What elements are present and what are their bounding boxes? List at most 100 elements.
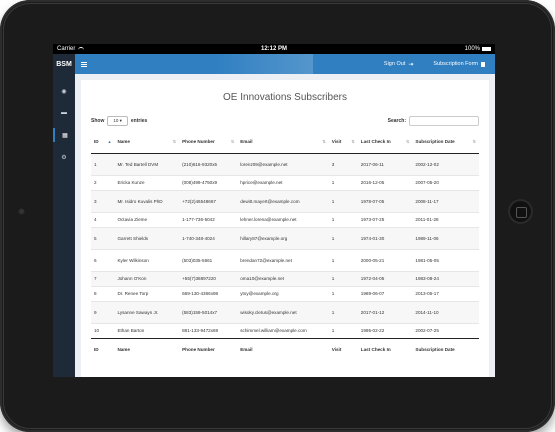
table-cell: 1974-01-30 xyxy=(357,226,413,249)
subscribers-panel: OE Innovations Subscribers Show 10 ▾ ent… xyxy=(81,80,489,377)
search-label: Search: xyxy=(387,118,406,124)
table-cell: 1 xyxy=(328,300,358,323)
tablet-frame: Carrier 12:12 PM 100% BSM Sign Out ⇥ Sub… xyxy=(0,0,555,432)
column-footer: Visit xyxy=(328,337,358,360)
dashboard-icon: ◉ xyxy=(61,88,67,95)
comments-icon: ▬ xyxy=(61,110,67,116)
table-row[interactable]: 7 Johann O'Kon +55(7)38897220 oma10@example… xyxy=(91,270,479,286)
sidebar-item-table[interactable]: ▦ xyxy=(53,128,75,142)
sort-icon: ⇅ xyxy=(322,139,326,145)
screen: Carrier 12:12 PM 100% BSM Sign Out ⇥ Sub… xyxy=(53,44,495,377)
sort-icon: ⇅ xyxy=(172,139,177,145)
table-row[interactable]: 9 Lysanne Sawayn Jr. (583)159-5014x7 wisoky… xyxy=(91,300,479,323)
brand-logo[interactable]: BSM xyxy=(53,54,75,74)
table-cell: 2000-05-21 xyxy=(357,248,413,271)
table-cell: 2008-11-17 xyxy=(412,189,479,212)
table-cell: oma10@example.net xyxy=(237,270,329,286)
table-cell: 1973-07-25 xyxy=(357,211,413,227)
table-cell: 6 xyxy=(91,248,115,271)
table-row[interactable]: 8 Dr. Renee Torp 669-130-4366x98 ytoy@examp… xyxy=(91,285,479,301)
table-cell: 669-130-4366x98 xyxy=(179,285,238,301)
table-cell: 1995-02-22 xyxy=(357,322,413,338)
table-cell: Octavia Zieme xyxy=(114,211,180,227)
table-cell: Garrett Shields xyxy=(114,226,180,249)
table-cell: (503)035-5661 xyxy=(179,248,238,271)
document-icon xyxy=(481,61,485,67)
table-row[interactable]: 10 Ethan Barton 881-133-9472x69 schimmel.wi… xyxy=(91,322,479,338)
table-cell: schimmel.william@example.com xyxy=(237,322,329,338)
table-row[interactable]: 4 Octavia Zieme 1-177-736-5042 lehner.loren… xyxy=(91,211,479,227)
table-cell: 10 xyxy=(91,322,115,338)
sign-out-icon: ⇥ xyxy=(408,61,414,68)
table-cell: 1983-08-24 xyxy=(412,270,479,286)
column-header[interactable]: Subscription Date ⇅ xyxy=(412,131,479,154)
table-icon: ▦ xyxy=(62,132,68,139)
column-header[interactable]: Phone Number ⇅ xyxy=(179,131,238,154)
column-footer: Phone Number xyxy=(179,337,238,360)
table-cell: (583)159-5014x7 xyxy=(179,300,238,323)
page-title: OE Innovations Subscribers xyxy=(223,92,347,103)
sidebar-item-dashboard[interactable]: ◉ xyxy=(53,84,75,98)
table-row[interactable]: 2 Ericka Kunze (008)499-4750x9 hprice@examp… xyxy=(91,174,479,190)
menu-toggle-icon[interactable] xyxy=(81,61,93,67)
home-button[interactable] xyxy=(508,199,533,224)
search-input[interactable] xyxy=(409,116,479,126)
sidebar-item-settings[interactable]: ⚙ xyxy=(53,150,75,164)
column-header[interactable]: Last Check In ⇅ xyxy=(357,131,413,154)
sort-icon: ⇅ xyxy=(472,139,476,145)
table-cell: 1 xyxy=(328,285,358,301)
table-cell: 1 xyxy=(328,211,358,227)
table-row[interactable]: 3 Mr. Isidro Kuvalis PhD +72(2)46548667 dew… xyxy=(91,189,479,212)
table-footer-row: ID Name Phone Number Email Visit Last Check I… xyxy=(91,337,479,360)
table-cell: 1972-04-05 xyxy=(357,270,413,286)
column-footer: Subscription Date xyxy=(412,337,479,360)
table-cell: 1981-05-05 xyxy=(412,248,479,271)
subscription-form-label: Subscription Form xyxy=(433,61,478,67)
table-cell: 2014-11-10 xyxy=(412,300,479,323)
subscription-form-link[interactable]: Subscription Form xyxy=(433,61,485,67)
table-cell: 3 xyxy=(91,189,115,212)
column-footer: Email xyxy=(237,337,329,360)
table-cell: 8 xyxy=(91,285,115,301)
table-cell: 2013-05-17 xyxy=(412,285,479,301)
table-cell: 1 xyxy=(328,226,358,249)
table-cell: 2002-07-25 xyxy=(412,322,479,338)
table-cell: (008)499-4750x9 xyxy=(179,174,238,190)
top-navbar: BSM Sign Out ⇥ Subscription Form xyxy=(53,54,495,74)
table-cell: 2016-12-05 xyxy=(357,174,413,190)
table-cell: Ericka Kunze xyxy=(114,174,180,190)
column-header[interactable]: Name ⇅ xyxy=(114,131,180,154)
table-cell: 2002-12-02 xyxy=(412,152,479,175)
table-cell: 1-177-736-5042 xyxy=(179,211,238,227)
table-row[interactable]: 1 Mr. Ted Bartell DVM (210)616-9320x5 loren… xyxy=(91,152,479,175)
table-cell: 2011-01-28 xyxy=(412,211,479,227)
table-cell: 1 xyxy=(328,189,358,212)
table-cell: 3 xyxy=(328,152,358,175)
column-footer: Last Check In xyxy=(357,337,413,360)
sidebar-item-comments[interactable]: ▬ xyxy=(53,106,75,120)
table-cell: 1989-11-06 xyxy=(412,226,479,249)
column-header[interactable]: Email ⇅ xyxy=(237,131,329,154)
show-label: Show xyxy=(91,118,105,124)
table-cell: wisoky.cletus@example.net xyxy=(237,300,329,323)
sign-out-link[interactable]: Sign Out ⇥ xyxy=(384,61,413,68)
table-row[interactable]: 5 Garrett Shields 1-740-348-4024 hillary87@… xyxy=(91,226,479,249)
table-cell: 4 xyxy=(91,211,115,227)
table-cell: Dr. Renee Torp xyxy=(114,285,180,301)
column-header[interactable]: Visit ⇅ xyxy=(328,131,358,154)
table-cell: Johann O'Kon xyxy=(114,270,180,286)
sort-icon: ⇅ xyxy=(230,139,235,145)
table-cell: dewitt.mayert@example.com xyxy=(237,189,329,212)
entries-select[interactable]: 10 ▾ xyxy=(107,116,128,126)
table-cell: 1 xyxy=(91,152,115,175)
column-header[interactable]: ID ▲ xyxy=(91,131,115,154)
table-header-row: ID ▲ Name ⇅ Phone Number ⇅ Email ⇅ Visit ⇅ Last Ch… xyxy=(91,131,479,154)
table-cell: 1 xyxy=(328,270,358,286)
table-cell: hprice@example.net xyxy=(237,174,329,190)
table-row[interactable]: 6 Kyler Wilkinson (503)035-5661 brendan72@e… xyxy=(91,248,479,271)
column-footer: Name xyxy=(114,337,180,360)
main-content: OE Innovations Subscribers Show 10 ▾ ent… xyxy=(75,74,495,377)
status-bar: Carrier 12:12 PM 100% xyxy=(53,44,495,54)
entries-label: entries xyxy=(130,118,148,124)
table-cell: 2007-05-20 xyxy=(412,174,479,190)
